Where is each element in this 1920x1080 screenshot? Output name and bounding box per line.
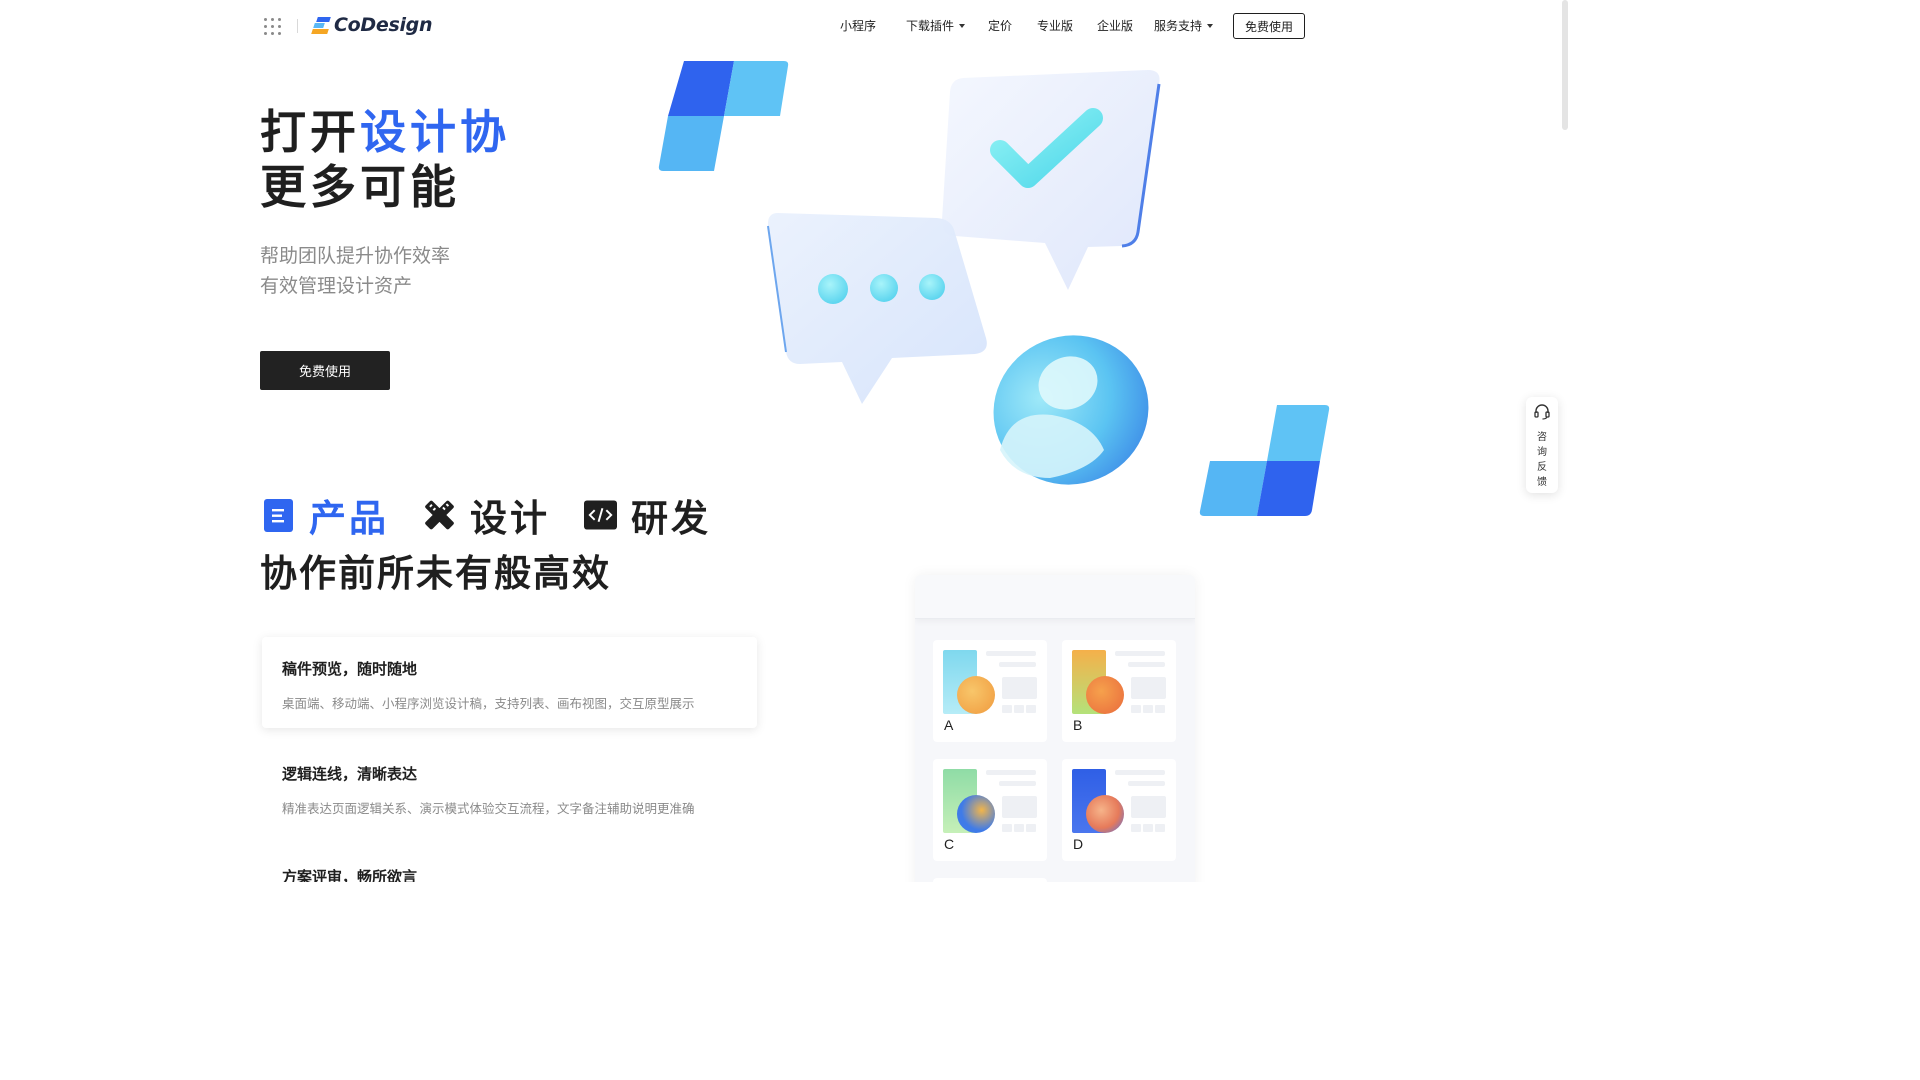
feature-title: 逻辑连线，清晰表达 <box>282 765 418 783</box>
headset-icon <box>1533 403 1551 425</box>
section-title: 协作前所未有般高效 <box>260 552 611 595</box>
code-icon <box>584 499 617 532</box>
page-scrollbar[interactable] <box>1562 0 1568 130</box>
check-bubble <box>941 70 1161 290</box>
feature-title: 方案评审，畅所欲言 <box>282 868 418 882</box>
design-card-a[interactable]: A <box>933 640 1047 742</box>
card-ball <box>1086 795 1124 833</box>
card-ball <box>957 676 995 714</box>
hero-illustration <box>658 61 1330 516</box>
design-tools-icon <box>423 499 456 532</box>
feature-desc: 桌面端、移动端、小程序浏览设计稿，支持列表、画布视图，交互原型展示 <box>282 696 695 711</box>
tab-development[interactable]: 研发 <box>584 488 711 542</box>
feature-item-review[interactable]: 方案评审，畅所欲言 <box>262 866 757 882</box>
chat-bubble <box>767 213 987 404</box>
page: CoDesign 小程序 下载插件 定价 专业版 企业版 服务支持 免费使用 打… <box>0 0 1568 882</box>
tab-design[interactable]: 设计 <box>423 488 550 542</box>
blue-blocks-bottom <box>1199 405 1330 516</box>
preview-panel-header <box>915 575 1195 619</box>
tab-label: 研发 <box>631 497 711 540</box>
blue-blocks-top <box>658 61 789 171</box>
feature-desc: 精准表达页面逻辑关系、演示模式体验交互流程，文字备注辅助说明更准确 <box>282 801 695 816</box>
category-tabs: 产品 设计 研发 <box>262 490 745 540</box>
card-label: B <box>1073 717 1083 733</box>
design-card-c[interactable]: C <box>933 759 1047 861</box>
card-label: C <box>944 836 955 852</box>
card-ball <box>1086 676 1124 714</box>
tab-label: 设计 <box>470 497 550 540</box>
avatar-disc <box>993 335 1149 485</box>
feature-title: 稿件预览，随时随地 <box>282 660 418 678</box>
card-label: D <box>1073 836 1084 852</box>
document-icon <box>262 498 295 532</box>
tab-label: 产品 <box>309 497 389 540</box>
tab-product[interactable]: 产品 <box>262 488 389 542</box>
feedback-widget[interactable]: 咨询反馈 <box>1526 397 1558 493</box>
design-card-d[interactable]: D <box>1062 759 1176 861</box>
feedback-label: 咨询反馈 <box>1537 432 1547 488</box>
card-label: A <box>944 717 954 733</box>
design-card-partial[interactable] <box>933 878 1047 882</box>
feature-item-preview[interactable]: 稿件预览，随时随地 桌面端、移动端、小程序浏览设计稿，支持列表、画布视图，交互原… <box>262 637 757 728</box>
preview-panel: A B C D <box>915 575 1195 882</box>
design-card-b[interactable]: B <box>1062 640 1176 742</box>
card-ball <box>957 795 995 833</box>
feature-item-logic[interactable]: 逻辑连线，清晰表达 精准表达页面逻辑关系、演示模式体验交互流程，文字备注辅助说明… <box>262 763 757 817</box>
